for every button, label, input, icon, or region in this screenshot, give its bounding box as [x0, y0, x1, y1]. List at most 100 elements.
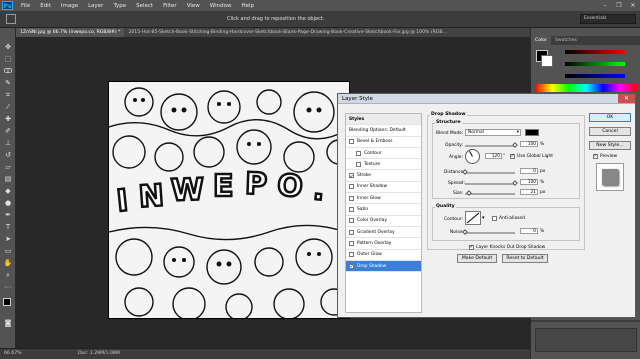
menu-type[interactable]: Type — [108, 3, 131, 9]
style-checkbox[interactable] — [349, 184, 354, 190]
zoom-readout[interactable]: 66.67% — [4, 351, 22, 356]
menu-layer[interactable]: Layer — [83, 3, 108, 9]
style-checkbox[interactable] — [349, 252, 354, 258]
menu-file[interactable]: File — [16, 3, 35, 9]
reset-to-default-button[interactable]: Reset to Default — [502, 254, 548, 263]
menu-help[interactable]: Help — [236, 3, 259, 9]
opacity-input[interactable]: 100 — [520, 141, 538, 147]
pen-tool-icon[interactable]: ✒ — [3, 210, 13, 220]
style-item-color-overlay[interactable]: Color Overlay — [346, 216, 421, 227]
move-tool-icon[interactable]: ✥ — [3, 42, 13, 52]
eraser-tool-icon[interactable]: ▱ — [3, 162, 13, 172]
menu-select[interactable]: Select — [131, 3, 158, 9]
type-tool-icon[interactable]: T — [3, 222, 13, 232]
style-checkbox[interactable] — [356, 150, 361, 156]
distance-slider[interactable] — [465, 172, 515, 174]
brush-tool-icon[interactable]: ✐ — [3, 126, 13, 136]
new-style-button[interactable]: New Style... — [589, 141, 631, 150]
gradient-tool-icon[interactable]: ▤ — [3, 174, 13, 184]
panel-background-swatch[interactable] — [541, 55, 553, 67]
style-item-contour[interactable]: Contour — [346, 148, 421, 160]
opacity-slider[interactable] — [465, 145, 515, 147]
style-item-bevel-emboss[interactable]: Bevel & Emboss — [346, 137, 421, 148]
hand-tool-icon[interactable]: ✋ — [3, 258, 13, 268]
lasso-tool-icon[interactable]: ↀ — [3, 66, 13, 76]
crop-tool-icon[interactable]: ⌗ — [3, 90, 13, 100]
menu-image[interactable]: Image — [56, 3, 83, 9]
style-item-gradient-overlay[interactable]: Gradient Overlay — [346, 227, 421, 239]
style-checkbox[interactable] — [349, 229, 354, 235]
tab-document-2[interactable]: 2015-Hot-85-Sketch-Book-Stitching-Bindin… — [124, 28, 450, 37]
red-slider[interactable] — [565, 50, 625, 54]
move-tool-icon[interactable] — [6, 14, 16, 24]
angle-input[interactable]: 120 — [485, 153, 502, 159]
style-item-satin[interactable]: Satin — [346, 204, 421, 216]
dodge-tool-icon[interactable]: ● — [3, 198, 13, 208]
style-checkbox[interactable] — [349, 218, 354, 224]
quick-mask-icon[interactable]: ◙ — [3, 318, 13, 328]
close-button[interactable]: ✕ — [626, 0, 640, 11]
style-checkbox[interactable] — [349, 172, 354, 183]
dialog-close-button[interactable]: ✕ — [618, 94, 635, 103]
style-checkbox[interactable] — [349, 240, 354, 246]
distance-input[interactable]: 0 — [520, 168, 538, 174]
style-checkbox[interactable] — [349, 262, 354, 273]
foreground-color-swatch[interactable] — [3, 298, 11, 306]
document-canvas[interactable]: I N W E P O . — [108, 81, 350, 319]
style-item-drop-shadow[interactable]: Drop Shadow — [346, 260, 421, 273]
menu-edit[interactable]: Edit — [35, 3, 56, 9]
noise-slider[interactable] — [465, 232, 515, 234]
menu-filter[interactable]: Filter — [158, 3, 182, 9]
contour-chevron-down-icon[interactable]: ▾ — [482, 215, 485, 221]
style-checkbox[interactable] — [356, 161, 361, 167]
layer-knocks-out-checkbox[interactable] — [469, 244, 474, 250]
cancel-button[interactable]: Cancel — [589, 127, 631, 136]
style-item-texture[interactable]: Texture — [346, 159, 421, 171]
style-item-pattern-overlay[interactable]: Pattern Overlay — [346, 238, 421, 250]
style-item-blending-options-default[interactable]: Blending Options: Default — [346, 125, 421, 137]
menu-window[interactable]: Window — [205, 3, 237, 9]
more-tools-icon[interactable]: ⋯ — [3, 282, 13, 292]
noise-input[interactable]: 0 — [520, 228, 538, 234]
restore-button[interactable]: ❐ — [612, 0, 626, 11]
path-select-tool-icon[interactable]: ➤ — [3, 234, 13, 244]
preview-checkbox[interactable] — [593, 153, 598, 159]
tab-color[interactable]: Color — [531, 36, 551, 45]
blend-mode-select[interactable]: Normal ▾ — [465, 129, 521, 136]
style-checkbox[interactable] — [349, 195, 354, 201]
style-item-inner-glow[interactable]: Inner Glow — [346, 193, 421, 205]
style-checkbox[interactable] — [349, 139, 354, 145]
menu-view[interactable]: View — [182, 3, 205, 9]
anti-aliased-checkbox[interactable] — [492, 216, 497, 221]
shape-tool-icon[interactable]: ▭ — [3, 246, 13, 256]
use-global-light-checkbox[interactable] — [510, 153, 515, 159]
size-slider[interactable] — [465, 193, 515, 195]
style-item-outer-glow[interactable]: Outer Glow — [346, 250, 421, 261]
stamp-tool-icon[interactable]: ⊥ — [3, 138, 13, 148]
shadow-color-swatch[interactable] — [525, 129, 539, 136]
style-checkbox[interactable] — [349, 207, 354, 213]
tab-document-1[interactable]: 1ZnSNl.jpg @ 66.7% (inwepo.co, RGB/8#) * — [16, 28, 125, 37]
quick-select-tool-icon[interactable]: ✎ — [3, 78, 13, 88]
eyedropper-tool-icon[interactable]: ⁄ — [3, 102, 13, 112]
make-default-button[interactable]: Make Default — [457, 254, 497, 263]
history-brush-tool-icon[interactable]: ↺ — [3, 150, 13, 160]
contour-picker[interactable] — [465, 211, 481, 225]
spread-slider[interactable] — [465, 183, 515, 185]
blur-tool-icon[interactable]: ◆ — [3, 186, 13, 196]
angle-dial[interactable] — [465, 149, 480, 164]
minimize-button[interactable]: – — [598, 0, 612, 11]
blue-slider[interactable] — [565, 74, 625, 78]
workspace-select[interactable]: Essentials — [580, 14, 636, 24]
healing-tool-icon[interactable]: ✚ — [3, 114, 13, 124]
green-slider[interactable] — [565, 62, 625, 66]
zoom-tool-icon[interactable]: ⌕ — [3, 270, 13, 280]
style-item-inner-shadow[interactable]: Inner Shadow — [346, 182, 421, 194]
ok-button[interactable]: OK — [589, 113, 631, 122]
dialog-titlebar[interactable]: Layer Style ✕ — [338, 94, 635, 104]
size-input[interactable]: 21 — [520, 189, 538, 195]
style-item-stroke[interactable]: Stroke — [346, 170, 421, 183]
marquee-tool-icon[interactable]: ⬚ — [3, 54, 13, 64]
color-ramp[interactable] — [535, 84, 637, 92]
tab-swatches[interactable]: Swatches — [551, 36, 581, 45]
